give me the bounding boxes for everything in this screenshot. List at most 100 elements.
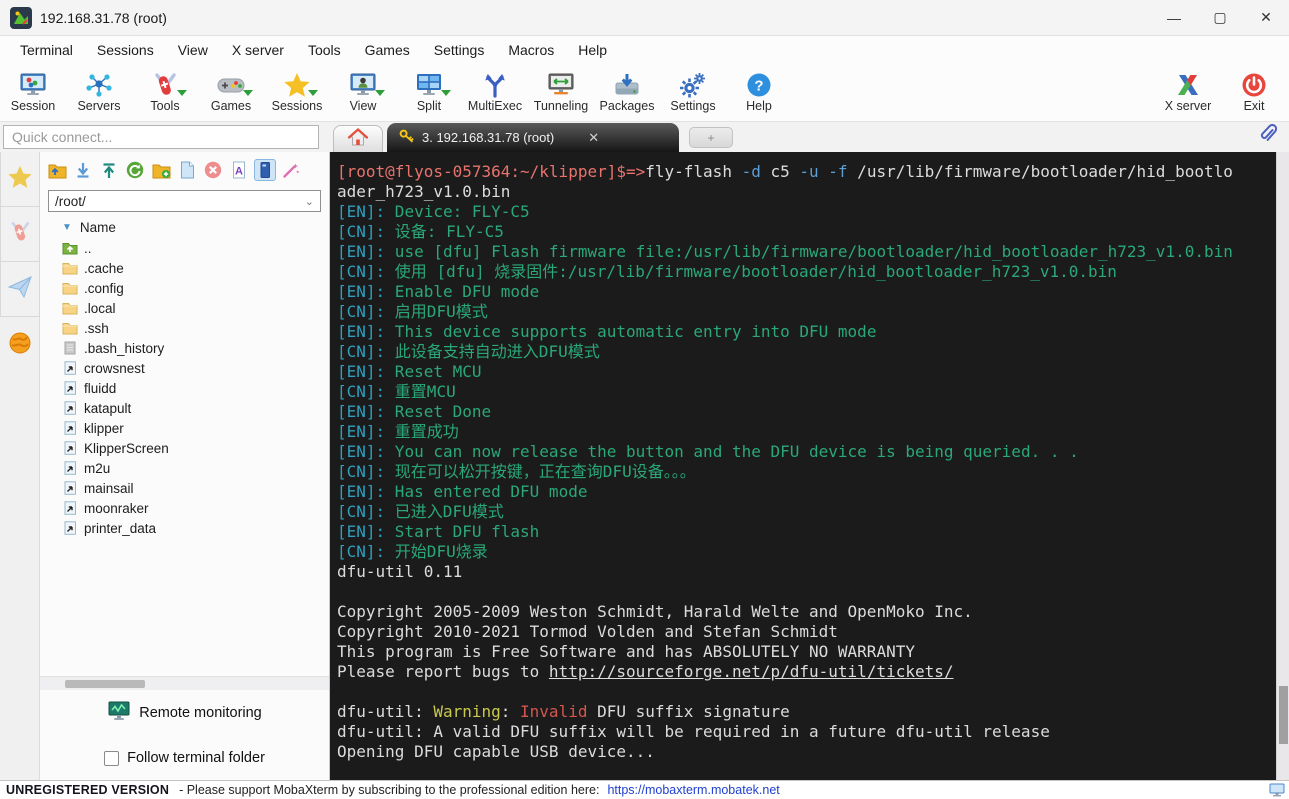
file-panel-toolbar: A (40, 152, 329, 188)
terminal-text-msg: 现在可以松开按键，正在查询DFU设备。。。 (385, 462, 696, 481)
file-row-ssh[interactable]: .ssh (62, 318, 329, 338)
file-row-klipper[interactable]: klipper (62, 418, 329, 438)
toolbar-servers-button[interactable]: Servers (66, 68, 132, 113)
sftp-session-indicator[interactable] (8, 331, 32, 360)
folder-icon (62, 261, 78, 275)
tab-close-icon[interactable]: ✕ (588, 130, 599, 146)
file-name: KlipperScreen (84, 440, 169, 456)
terminal-link[interactable]: http://sourceforge.net/p/dfu-util/ticket… (549, 662, 954, 681)
menu-item-view[interactable]: View (166, 38, 220, 62)
terminal-line: [EN]: Device: FLY-C5 (337, 202, 1269, 222)
toolbar-view-button[interactable]: View (330, 68, 396, 113)
terminal-text-msg: 启用DFU模式 (385, 302, 488, 321)
follow-terminal-folder-checkbox[interactable] (104, 750, 120, 766)
menu-item-games[interactable]: Games (353, 38, 422, 62)
terminal[interactable]: [root@flyos-057364:~/klipper]$=>fly-flas… (330, 152, 1289, 780)
tab-active-session[interactable]: 3. 192.168.31.78 (root) ✕ (387, 123, 679, 152)
svg-text:?: ? (754, 78, 763, 95)
file-row-klipperscreen[interactable]: KlipperScreen (62, 438, 329, 458)
menu-item-sessions[interactable]: Sessions (85, 38, 166, 62)
toolbar-x-server-button[interactable]: X server (1155, 68, 1221, 113)
parent-folder-icon[interactable] (46, 159, 68, 181)
toolbar-settings-button[interactable]: Settings (660, 68, 726, 113)
upload-icon[interactable] (98, 159, 120, 181)
toolbar-tunneling-button[interactable]: Tunneling (528, 68, 594, 113)
file-row-katapult[interactable]: katapult (62, 398, 329, 418)
terminal-text-msg: You can now release the button and the D… (385, 442, 1079, 461)
sidebar-macros[interactable] (0, 262, 40, 317)
quick-connect-input[interactable] (3, 125, 319, 149)
download-icon[interactable] (72, 159, 94, 181)
close-button[interactable]: ✕ (1243, 0, 1289, 35)
toolbar-session-button[interactable]: Session (0, 68, 66, 113)
terminal-line: [EN]: Enable DFU mode (337, 282, 1269, 302)
rename-icon[interactable]: A (228, 159, 250, 181)
file-name: fluidd (84, 380, 117, 396)
toolbar-sessions-label: Sessions (271, 99, 323, 113)
file-row-bash-history[interactable]: .bash_history (62, 338, 329, 358)
file-row-fluidd[interactable]: fluidd (62, 378, 329, 398)
toolbar-games-button[interactable]: Games (198, 68, 264, 113)
toolbar-sessions-button[interactable]: Sessions (264, 68, 330, 113)
terminal-text-msg: Enable DFU mode (385, 282, 540, 301)
file-row-local[interactable]: .local (62, 298, 329, 318)
new-tab-button[interactable]: + (689, 127, 733, 148)
sync-terminal-icon[interactable] (254, 159, 276, 181)
refresh-icon[interactable] (124, 159, 146, 181)
file-row-cache[interactable]: .cache (62, 258, 329, 278)
toolbar-view-label: View (349, 99, 377, 113)
toolbar-split-button[interactable]: Split (396, 68, 462, 113)
horizontal-scrollbar[interactable] (40, 676, 329, 690)
delete-icon[interactable] (202, 159, 224, 181)
toolbar-x-server-label: X server (1164, 99, 1212, 113)
remote-monitoring-button[interactable]: Remote monitoring (40, 690, 329, 736)
menu-item-macros[interactable]: Macros (496, 38, 566, 62)
file-list-header[interactable]: ▼ Name (40, 216, 329, 238)
vertical-scrollbar[interactable] (1276, 152, 1289, 780)
file-name: m2u (84, 460, 111, 476)
file-row-[interactable]: .. (62, 238, 329, 258)
menu-item-help[interactable]: Help (566, 38, 619, 62)
new-folder-icon[interactable] (150, 159, 172, 181)
toolbar-tools-button[interactable]: Tools (132, 68, 198, 113)
main-area: A /root/ ⌄ ▼ Name .. .cache .config .local.… (0, 152, 1289, 780)
sidebar-tools[interactable] (0, 207, 40, 262)
file-name: .bash_history (84, 340, 165, 356)
minimize-button[interactable]: — (1151, 0, 1197, 35)
terminal-text-tag: [EN]: (337, 402, 386, 421)
terminal-line: [EN]: Reset MCU (337, 362, 1269, 382)
toolbar-packages-button[interactable]: Packages (594, 68, 660, 113)
tab-home[interactable] (333, 125, 383, 152)
file-row-config[interactable]: .config (62, 278, 329, 298)
file-row-crowsnest[interactable]: crowsnest (62, 358, 329, 378)
menu-item-x-server[interactable]: X server (220, 38, 296, 62)
attachments-paperclip-icon[interactable] (1259, 123, 1278, 151)
mobatek-link[interactable]: https://mobaxterm.mobatek.net (607, 783, 779, 797)
file-row-m2u[interactable]: m2u (62, 458, 329, 478)
menu-item-tools[interactable]: Tools (296, 38, 353, 62)
hscroll-thumb[interactable] (65, 680, 145, 688)
file-row-printer-data[interactable]: printer_data (62, 518, 329, 538)
terminal-line: dfu-util 0.11 (337, 562, 1269, 582)
path-dropdown[interactable]: /root/ ⌄ (48, 190, 321, 212)
file-row-moonraker[interactable]: moonraker (62, 498, 329, 518)
toolbar-exit-button[interactable]: Exit (1221, 68, 1287, 113)
toolbar-games-label: Games (210, 99, 252, 113)
toolbar-multiexec-button[interactable]: MultiExec (462, 68, 528, 113)
vscroll-thumb[interactable] (1279, 686, 1288, 744)
link-icon (62, 361, 78, 375)
terminal-text-tag: [EN]: (337, 522, 386, 541)
toolbar-help-button[interactable]: ? Help (726, 68, 792, 113)
menu-item-terminal[interactable]: Terminal (8, 38, 85, 62)
terminal-text-plain: Copyright 2005-2009 Weston Schmidt, Hara… (337, 602, 973, 621)
menu-item-settings[interactable]: Settings (422, 38, 497, 62)
sidebar-sessions[interactable] (0, 152, 40, 207)
plus-icon: + (707, 130, 715, 145)
new-file-icon[interactable] (176, 159, 198, 181)
toolbar-exit-label: Exit (1243, 99, 1265, 113)
tracking-wand-icon[interactable] (280, 159, 302, 181)
file-name: .local (84, 300, 116, 316)
status-message: - Please support MobaXterm by subscribin… (179, 783, 600, 797)
file-row-mainsail[interactable]: mainsail (62, 478, 329, 498)
maximize-button[interactable]: ▢ (1197, 0, 1243, 35)
